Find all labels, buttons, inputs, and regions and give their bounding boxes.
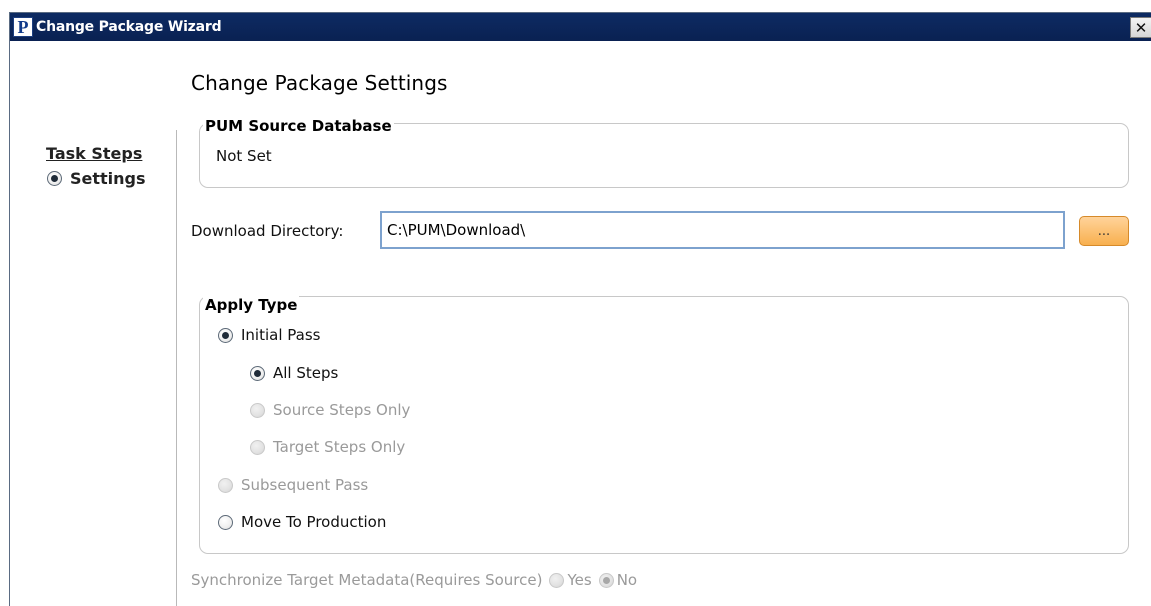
initial-pass-radio[interactable]: Initial Pass [218, 326, 320, 344]
step-selected-radio-icon [47, 171, 62, 186]
radio-checked-icon [250, 365, 265, 381]
browse-button[interactable]: ... [1079, 216, 1129, 246]
title-bar[interactable]: P Change Package Wizard ✕ [10, 13, 1151, 41]
radio-checked-icon [218, 327, 233, 343]
radio-unchecked-icon [218, 477, 233, 493]
move-to-production-label: Move To Production [241, 513, 387, 531]
radio-unchecked-icon [250, 402, 265, 418]
window-title: Change Package Wizard [36, 19, 222, 35]
all-steps-radio[interactable]: All Steps [250, 364, 338, 382]
sync-no-radio[interactable] [598, 572, 614, 588]
subsequent-pass-radio[interactable]: Subsequent Pass [218, 476, 368, 494]
source-steps-only-label: Source Steps Only [273, 401, 411, 419]
source-steps-only-radio[interactable]: Source Steps Only [250, 401, 410, 419]
sidebar-step-label: Settings [70, 169, 146, 188]
initial-pass-label: Initial Pass [241, 326, 321, 344]
sync-yes-label: Yes [567, 571, 592, 589]
close-icon: ✕ [1134, 18, 1148, 37]
sync-yes-radio[interactable] [549, 572, 565, 588]
move-to-production-radio[interactable]: Move To Production [218, 513, 386, 531]
browse-button-label: ... [1097, 223, 1111, 239]
radio-unchecked-icon [218, 514, 233, 530]
target-steps-only-radio[interactable]: Target Steps Only [250, 438, 405, 456]
source-database-legend: PUM Source Database [203, 117, 394, 135]
page-title: Change Package Settings [191, 71, 448, 95]
close-button[interactable]: ✕ [1130, 17, 1151, 38]
synchronize-label: Synchronize Target Metadata(Requires Sou… [191, 571, 543, 589]
all-steps-label: All Steps [273, 364, 339, 382]
download-directory-input[interactable] [380, 211, 1065, 249]
download-directory-label: Download Directory: [191, 222, 344, 240]
apply-type-legend: Apply Type [203, 296, 300, 314]
task-steps-heading: Task Steps [46, 144, 143, 163]
radio-unchecked-icon [250, 439, 265, 455]
sidebar-divider [176, 130, 177, 606]
peoplesoft-p-icon: P [13, 17, 33, 37]
sidebar-step-settings[interactable]: Settings [47, 169, 146, 188]
subsequent-pass-label: Subsequent Pass [241, 476, 369, 494]
source-database-value: Not Set [216, 147, 272, 165]
sync-no-label: No [616, 571, 638, 589]
synchronize-target-metadata-row: Synchronize Target Metadata(Requires Sou… [191, 571, 637, 589]
change-package-wizard-window: P Change Package Wizard ✕ Change Package… [9, 12, 1151, 606]
target-steps-only-label: Target Steps Only [273, 438, 406, 456]
